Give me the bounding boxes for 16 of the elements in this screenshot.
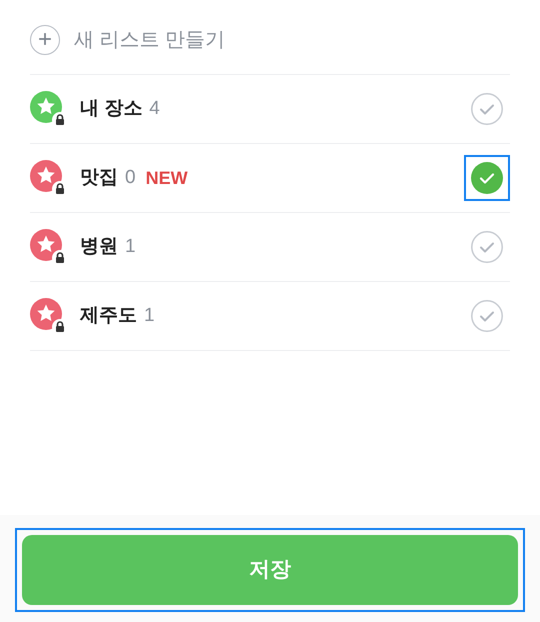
place-count: 4 [149, 96, 160, 121]
list-name: 제주도 [80, 304, 137, 328]
save-button[interactable]: 저장 [22, 535, 518, 605]
add-icon[interactable]: + [30, 25, 60, 55]
new-label: NEW [146, 166, 188, 190]
list-name: 내 장소 [80, 96, 142, 121]
list-name: 맛집 [80, 166, 118, 190]
check-icon[interactable] [471, 300, 503, 332]
place-count: 0 [125, 166, 136, 190]
create-list-label[interactable]: 새 리스트 만들기 [74, 25, 226, 55]
list-name: 병원 [80, 234, 118, 259]
check-icon[interactable] [471, 162, 503, 194]
check-icon[interactable] [471, 93, 503, 125]
place-count: 1 [125, 234, 136, 259]
check-icon[interactable] [471, 231, 503, 263]
place-count: 1 [144, 304, 155, 328]
